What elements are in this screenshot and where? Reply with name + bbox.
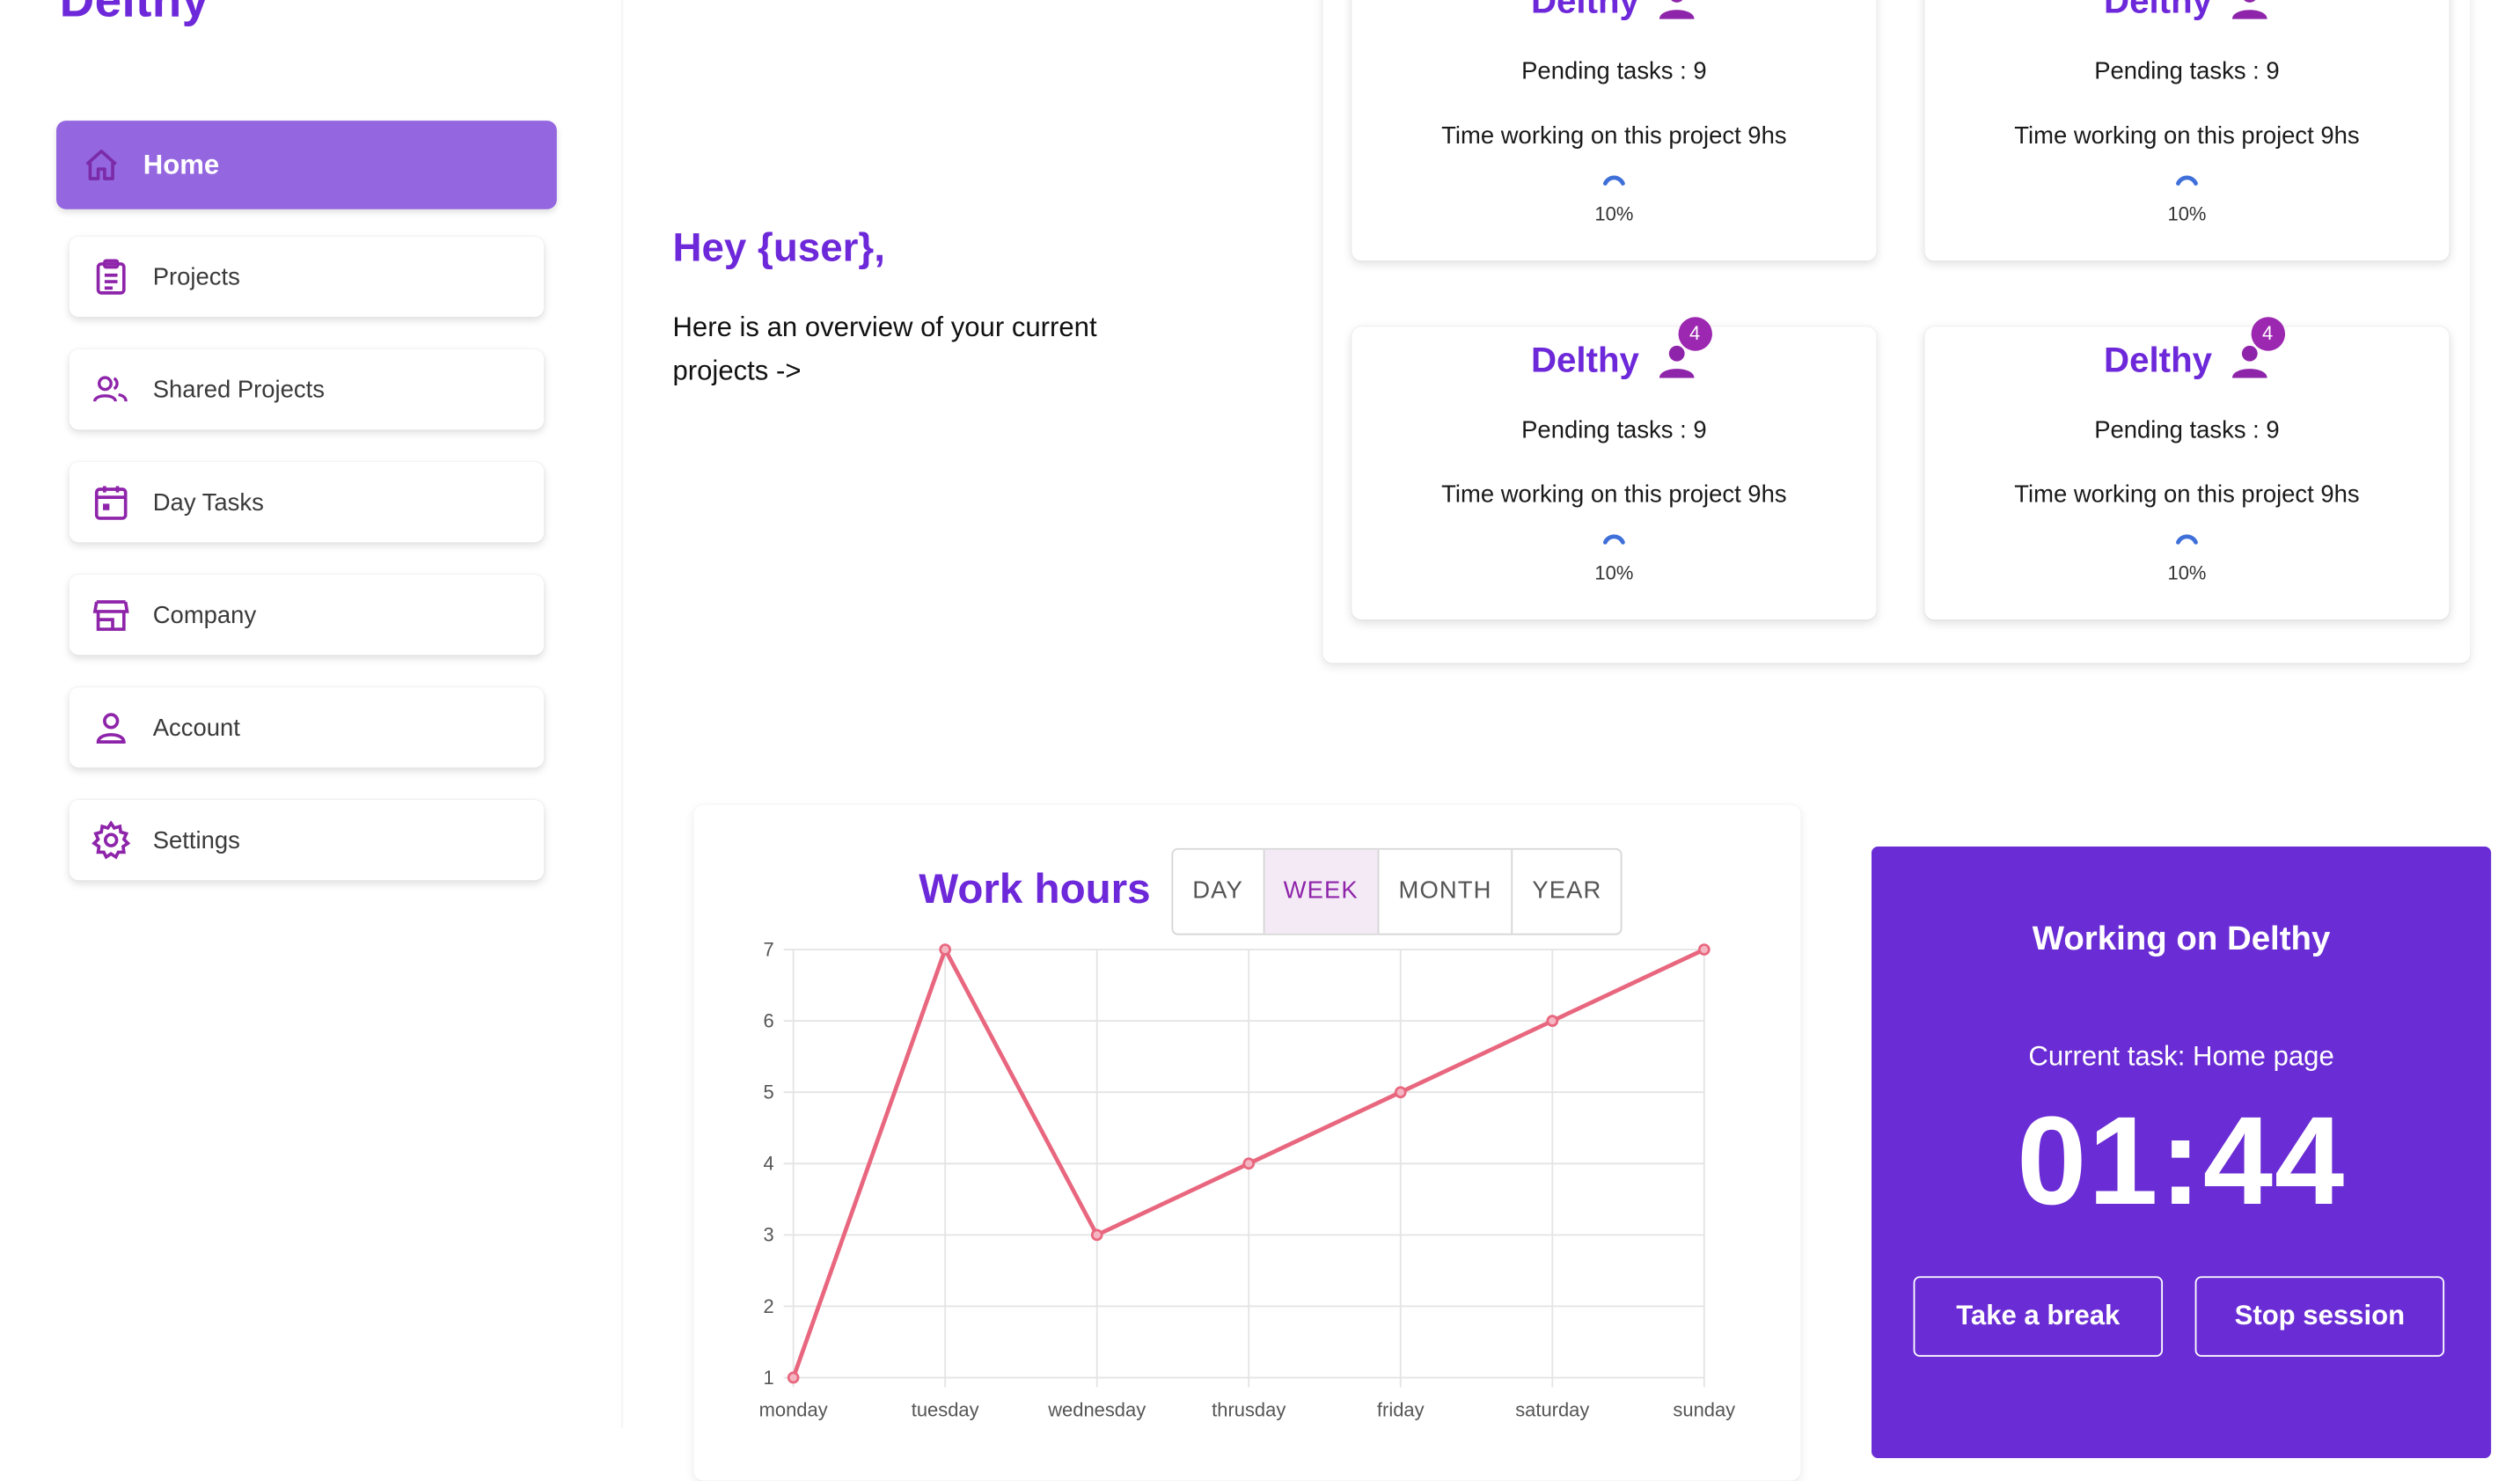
data-point: [939, 943, 952, 956]
y-tick-label: 7: [763, 938, 773, 960]
x-tick-label: friday: [1377, 1398, 1425, 1420]
data-point: [1090, 1228, 1103, 1242]
timer-clock: 01:44: [2017, 1089, 2347, 1232]
calendar-icon: [92, 483, 130, 522]
project-card[interactable]: Delthy 4 Pending tasks : 9 Time working …: [1924, 317, 2450, 620]
project-card[interactable]: Delthy 4 Pending tasks : 9 Time working …: [1924, 0, 2450, 261]
project-name: Delthy: [2104, 339, 2213, 380]
range-year-button[interactable]: YEAR: [1513, 850, 1621, 934]
y-tick-label: 5: [763, 1081, 773, 1103]
sidebar-item-label: Day Tasks: [152, 488, 264, 517]
range-day-button[interactable]: DAY: [1173, 849, 1264, 934]
timer-title: Working on Delthy: [2032, 920, 2331, 958]
data-point: [1394, 1086, 1407, 1099]
sidebar-item-shared-projects[interactable]: Shared Projects: [69, 348, 545, 430]
members-icon: 4: [2228, 317, 2285, 382]
gear-icon: [92, 820, 131, 860]
sidebar-item-label: Shared Projects: [152, 376, 325, 404]
chart-title: Work hours: [919, 864, 1151, 913]
sidebar-item-company[interactable]: Company: [69, 574, 545, 656]
time-working: Time working on this project 9hs: [1441, 121, 1787, 150]
y-tick-label: 6: [763, 1009, 773, 1031]
store-icon: [92, 596, 130, 634]
range-month-button[interactable]: MONTH: [1380, 849, 1513, 934]
project-name: Delthy: [1530, 0, 1639, 21]
x-tick-label: wednesday: [1047, 1398, 1146, 1420]
sidebar-item-label: Settings: [152, 826, 240, 854]
y-tick-label: 1: [763, 1367, 773, 1389]
take-break-button[interactable]: Take a break: [1913, 1276, 2164, 1357]
range-toggle: DAY WEEK MONTH YEAR: [1171, 847, 1623, 935]
progress-label: 10%: [2167, 202, 2207, 226]
work-hours-chart: 1 2 3 4 5 6 7 monday tuesday wednesday thrusday fri…: [759, 938, 1736, 1420]
pending-tasks: Pending tasks : 9: [1521, 416, 1707, 444]
sidebar-item-day-tasks[interactable]: Day Tasks: [69, 461, 545, 543]
x-tick-label: sunday: [1673, 1398, 1735, 1420]
time-working: Time working on this project 9hs: [2014, 480, 2360, 509]
current-task: Current task: Home page: [2028, 1041, 2334, 1073]
range-week-button[interactable]: WEEK: [1264, 849, 1380, 934]
members-badge: 4: [2250, 317, 2285, 351]
data-point: [1697, 943, 1711, 956]
project-name: Delthy: [2104, 0, 2213, 21]
data-point: [1242, 1157, 1256, 1170]
app-logo: Delthy: [59, 0, 209, 28]
pending-tasks: Pending tasks : 9: [1521, 57, 1707, 85]
x-tick-label: saturday: [1515, 1398, 1589, 1420]
users-icon: [92, 370, 130, 409]
user-icon: [92, 708, 130, 747]
greeting-text: Here is an overview of your current proj…: [672, 312, 1097, 386]
sidebar-item-settings[interactable]: Settings: [69, 799, 545, 881]
data-point: [787, 1371, 800, 1384]
sidebar-item-label: Company: [152, 601, 257, 629]
members-icon: 4: [1655, 317, 1712, 382]
pending-tasks: Pending tasks : 9: [2094, 416, 2280, 444]
home-icon: [82, 146, 121, 185]
sidebar-item-label: Projects: [152, 263, 240, 291]
x-tick-label: monday: [759, 1398, 828, 1420]
progress-label: 10%: [2167, 561, 2207, 584]
sidebar-item-account[interactable]: Account: [69, 686, 545, 768]
y-tick-label: 3: [763, 1224, 773, 1246]
sidebar-item-projects[interactable]: Projects: [69, 236, 545, 318]
project-card[interactable]: Delthy 4 Pending tasks : 9 Time working …: [1352, 0, 1877, 261]
sidebar-divider: [620, 0, 625, 1428]
members-icon: 4: [1655, 0, 1697, 23]
y-tick-label: 2: [763, 1295, 773, 1317]
project-card[interactable]: Delthy 4 Pending tasks : 9 Time working …: [1352, 317, 1877, 620]
timer-card: Working on Delthy Current task: Home pag…: [1872, 847, 2492, 1458]
data-point: [1546, 1015, 1559, 1027]
progress-label: 10%: [1594, 561, 1634, 584]
sidebar-item-home[interactable]: Home: [56, 121, 557, 209]
sidebar-item-label: Home: [143, 149, 220, 180]
members-icon: 4: [2228, 0, 2270, 23]
project-name: Delthy: [1530, 339, 1639, 380]
members-badge: 4: [1677, 317, 1712, 351]
stop-session-button[interactable]: Stop session: [2194, 1276, 2445, 1357]
time-working: Time working on this project 9hs: [2014, 121, 2360, 150]
x-tick-label: tuesday: [912, 1398, 979, 1420]
clipboard-icon: [92, 258, 130, 297]
dashboard: Delthy Home Projects Shared Projects Day…: [0, 0, 2520, 1481]
sidebar-item-label: Account: [152, 714, 240, 742]
time-working: Time working on this project 9hs: [1441, 480, 1787, 509]
x-tick-label: thrusday: [1212, 1398, 1286, 1420]
progress-label: 10%: [1594, 202, 1634, 226]
pending-tasks: Pending tasks : 9: [2094, 57, 2280, 85]
y-tick-label: 4: [763, 1153, 773, 1175]
greeting-title: Hey {user},: [672, 225, 885, 271]
